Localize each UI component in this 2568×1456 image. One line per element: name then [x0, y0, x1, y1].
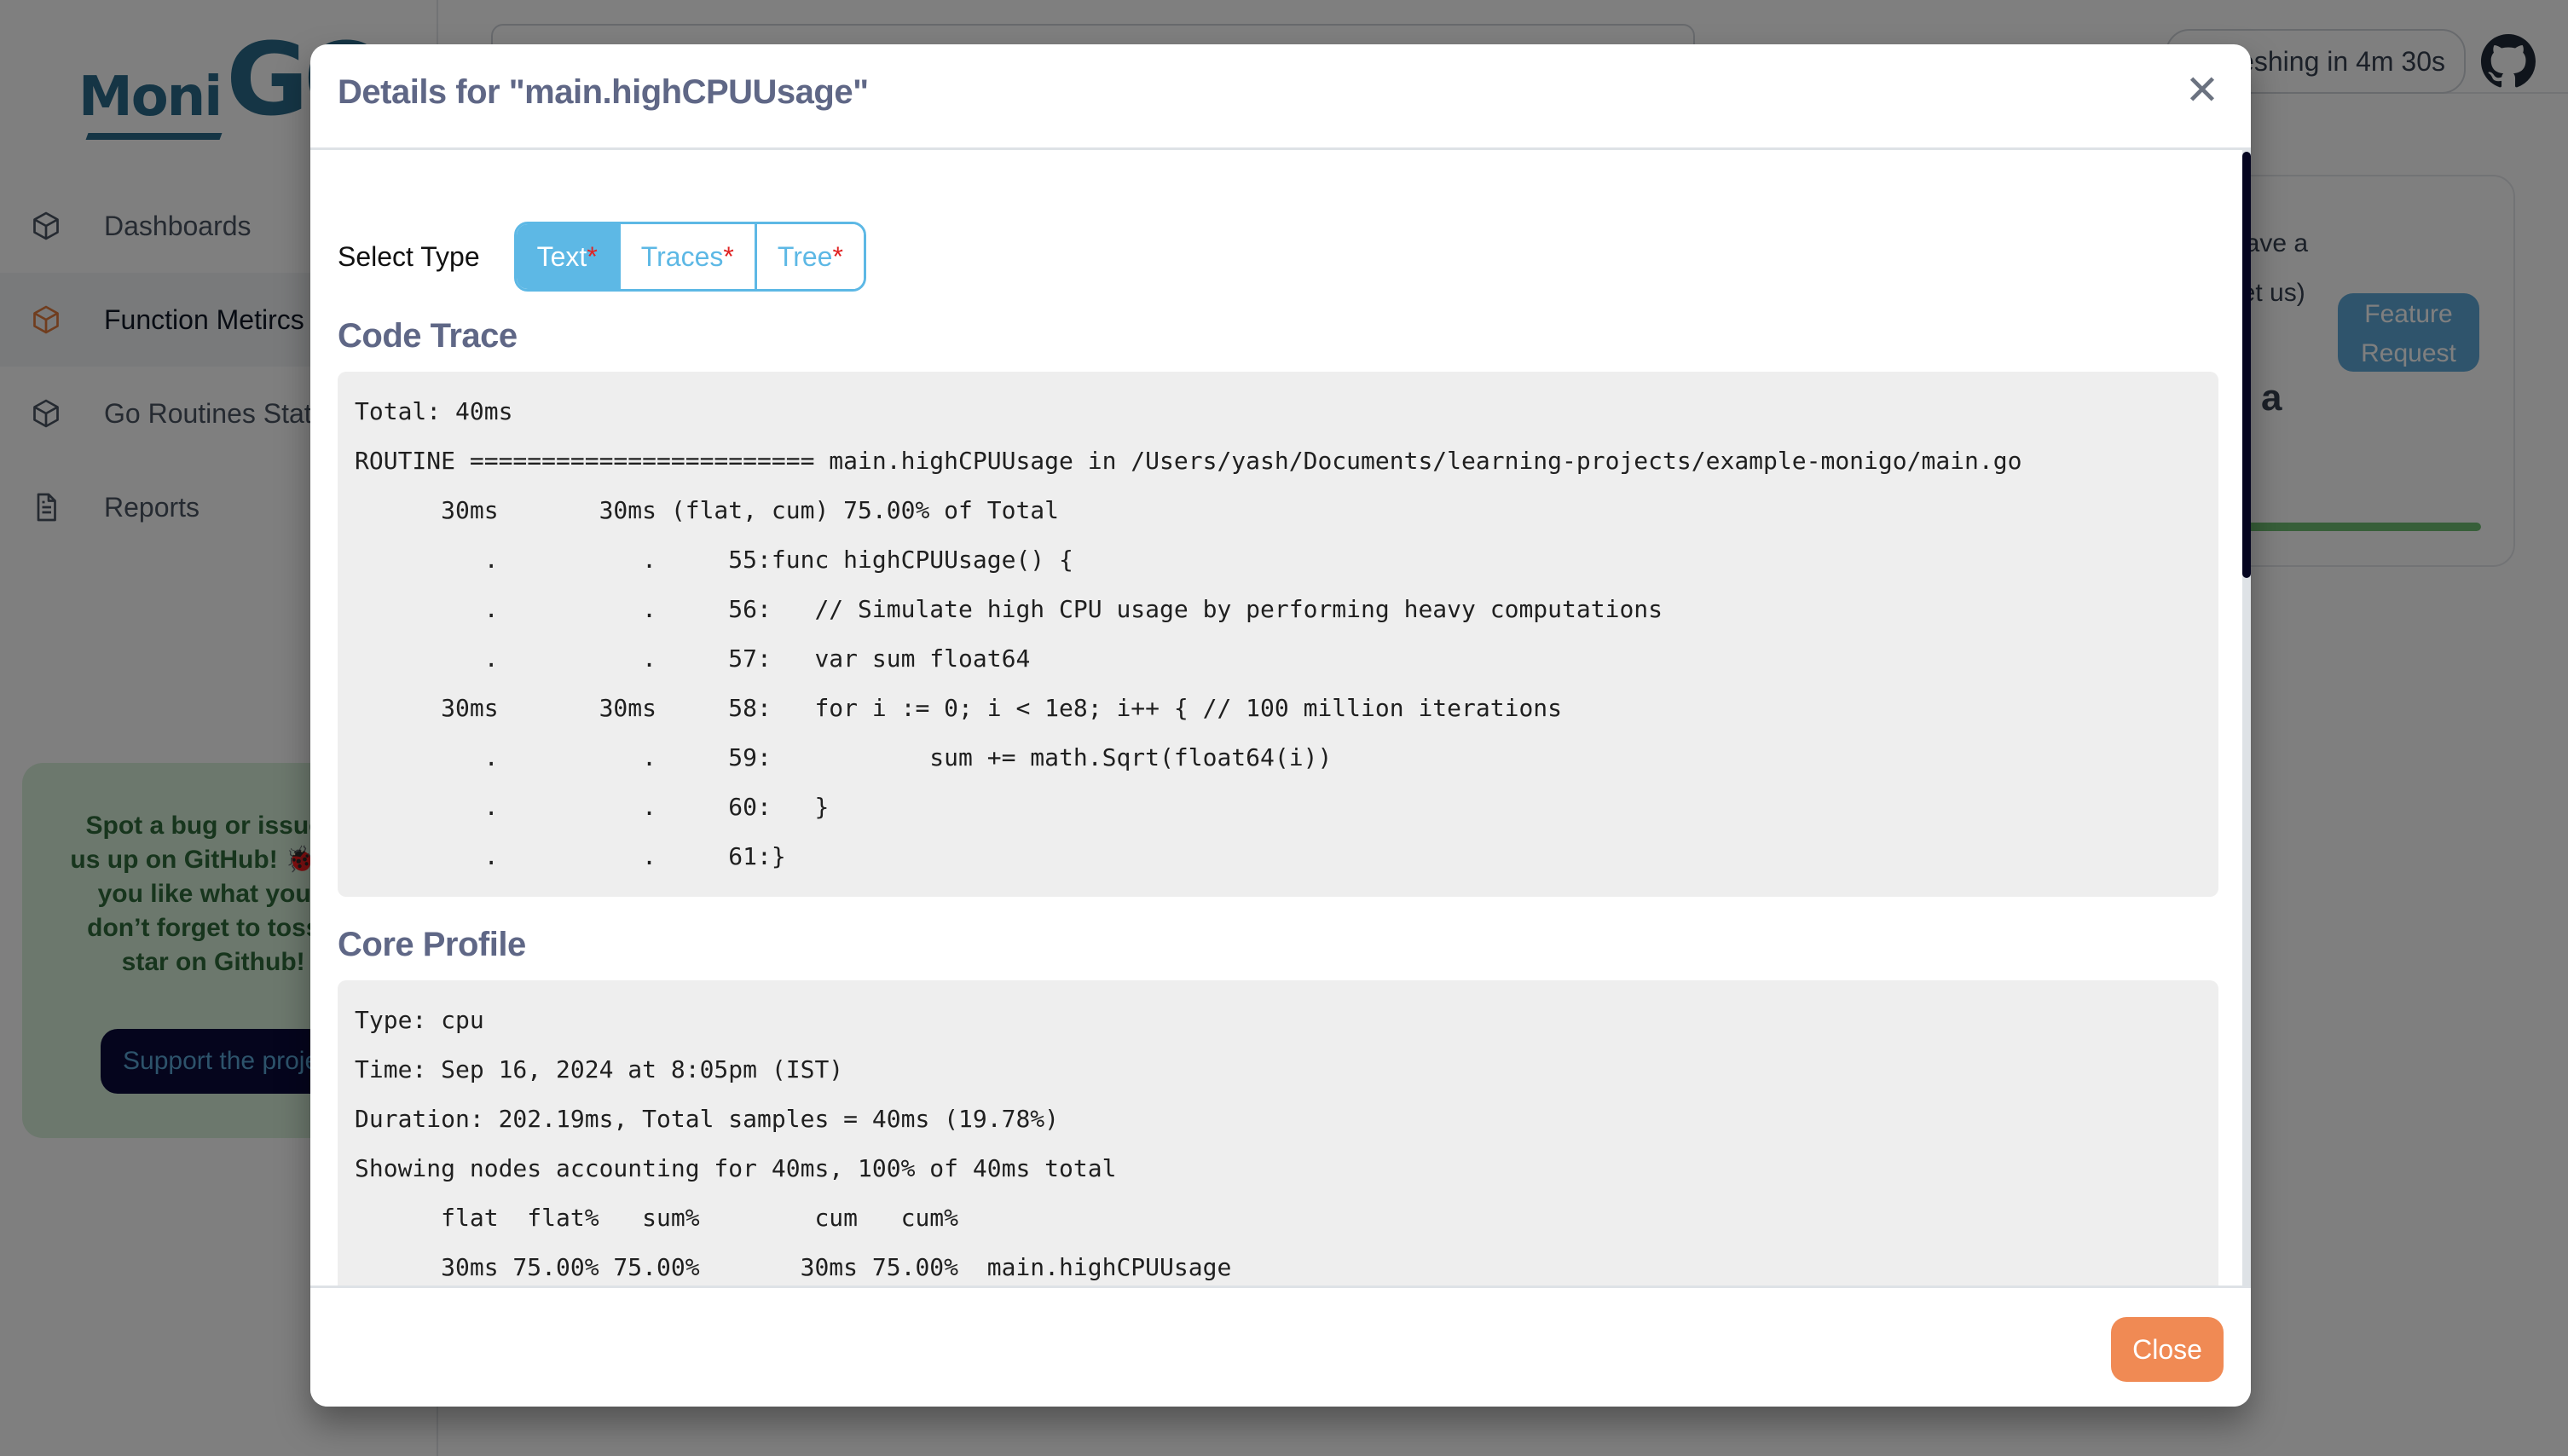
- code-line: Showing nodes accounting for 40ms, 100% …: [355, 1154, 1117, 1182]
- modal-header: Details for "main.highCPUUsage" ✕: [310, 44, 2251, 150]
- type-option-label: Text: [536, 240, 587, 272]
- code-line: . . 59: sum += math.Sqrt(float64(i)): [355, 743, 1333, 771]
- code-line: 30ms 75.00% 75.00% 30ms 75.00% main.high…: [355, 1253, 1232, 1281]
- select-type-label: Select Type: [338, 240, 480, 272]
- code-trace-block: Total: 40ms ROUTINE ====================…: [338, 372, 2218, 897]
- close-icon[interactable]: ✕: [2181, 70, 2224, 113]
- type-option-label: Traces: [640, 240, 724, 272]
- code-line: Type: cpu: [355, 1006, 484, 1034]
- select-type-row: Select Type Text * Traces * Tree *: [338, 222, 866, 292]
- type-selector: Text * Traces * Tree *: [513, 222, 866, 292]
- code-trace-title: Code Trace: [338, 317, 518, 355]
- modal-title: Details for "main.highCPUUsage": [338, 73, 869, 111]
- type-option-label: Tree: [777, 240, 833, 272]
- code-line: Total: 40ms: [355, 397, 513, 425]
- code-line: flat flat% sum% cum cum%: [355, 1204, 959, 1232]
- code-line: . . 56: // Simulate high CPU usage by pe…: [355, 595, 1663, 623]
- close-button[interactable]: Close: [2111, 1317, 2224, 1382]
- code-line: . . 60: }: [355, 793, 830, 821]
- type-option-text[interactable]: Text *: [516, 224, 621, 289]
- code-line: . . 57: var sum float64: [355, 644, 1031, 673]
- type-option-traces[interactable]: Traces *: [620, 224, 757, 289]
- modal-body: Select Type Text * Traces * Tree * Code Tra…: [310, 150, 2251, 1286]
- code-line: Duration: 202.19ms, Total samples = 40ms…: [355, 1105, 1060, 1133]
- type-option-tree[interactable]: Tree *: [756, 224, 864, 289]
- modal-footer: Close: [310, 1286, 2251, 1407]
- scrollbar-thumb[interactable]: [2242, 152, 2251, 578]
- code-line: 30ms 30ms (flat, cum) 75.00% of Total: [355, 496, 1060, 524]
- code-line: 30ms 30ms 58: for i := 0; i < 1e8; i++ {…: [355, 694, 1563, 722]
- required-marker: *: [832, 240, 843, 272]
- required-marker: *: [587, 240, 598, 272]
- code-line: ROUTINE ======================== main.hi…: [355, 447, 2022, 475]
- modal-scrollbar[interactable]: [2242, 150, 2251, 1286]
- required-marker: *: [723, 240, 734, 272]
- code-line: . . 61:}: [355, 842, 786, 870]
- core-profile-block: Type: cpu Time: Sep 16, 2024 at 8:05pm (…: [338, 980, 2218, 1286]
- code-line: . . 55:func highCPUUsage() {: [355, 546, 1073, 574]
- code-line: Time: Sep 16, 2024 at 8:05pm (IST): [355, 1055, 844, 1083]
- details-modal: Details for "main.highCPUUsage" ✕ Select…: [310, 44, 2251, 1407]
- core-profile-title: Core Profile: [338, 926, 526, 963]
